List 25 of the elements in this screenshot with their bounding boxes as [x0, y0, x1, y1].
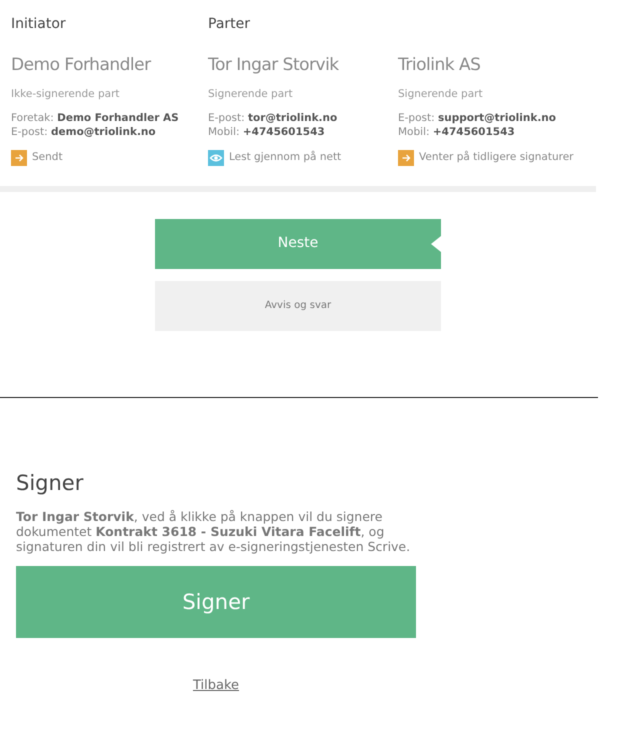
party-name: Demo Forhandler — [11, 54, 152, 77]
contact-detail: Foretak: Demo Forhandler AS — [11, 110, 180, 125]
contact-detail: E-post: support@triolink.no — [398, 110, 557, 125]
back-link[interactable]: Tilbake — [192, 676, 240, 696]
sign-title: Signer — [16, 470, 84, 497]
pointer-icon — [431, 236, 441, 252]
party-name: Tor Ingar Storvik — [208, 54, 340, 77]
status-label: Sendt — [32, 150, 63, 165]
contact-detail: Mobil: +4745601543 — [208, 124, 326, 139]
status-label: Venter på tidligere signaturer — [419, 150, 574, 165]
party-role: Signerende part — [398, 87, 484, 102]
contact-detail: Mobil: +4745601543 — [398, 124, 516, 139]
reject-button[interactable]: Avvis og svar — [155, 280, 441, 331]
section-heading: Initiator — [11, 15, 67, 34]
sign-button[interactable]: Signer — [16, 566, 416, 638]
contact-detail: E-post: demo@triolink.no — [11, 124, 157, 139]
party-role: Signerende part — [208, 87, 294, 102]
status-label: Lest gjennom på nett — [229, 150, 342, 165]
sign-description: Tor Ingar Storvik, ved å klikke på knappen vil du signere dokumentet Kontrakt 3618 - Suzuki Vitara Facelift, og signaturen din vil bli registrert av e-signeringstjenesten Scrive. — [16, 509, 412, 554]
section-heading: Parter — [208, 15, 252, 34]
eye-icon — [208, 150, 224, 166]
party-name: Triolink AS — [398, 54, 482, 77]
contact-detail: E-post: tor@triolink.no — [208, 110, 338, 125]
next-button[interactable]: Neste — [155, 218, 441, 269]
party-role: Ikke-signerende part — [11, 87, 120, 102]
